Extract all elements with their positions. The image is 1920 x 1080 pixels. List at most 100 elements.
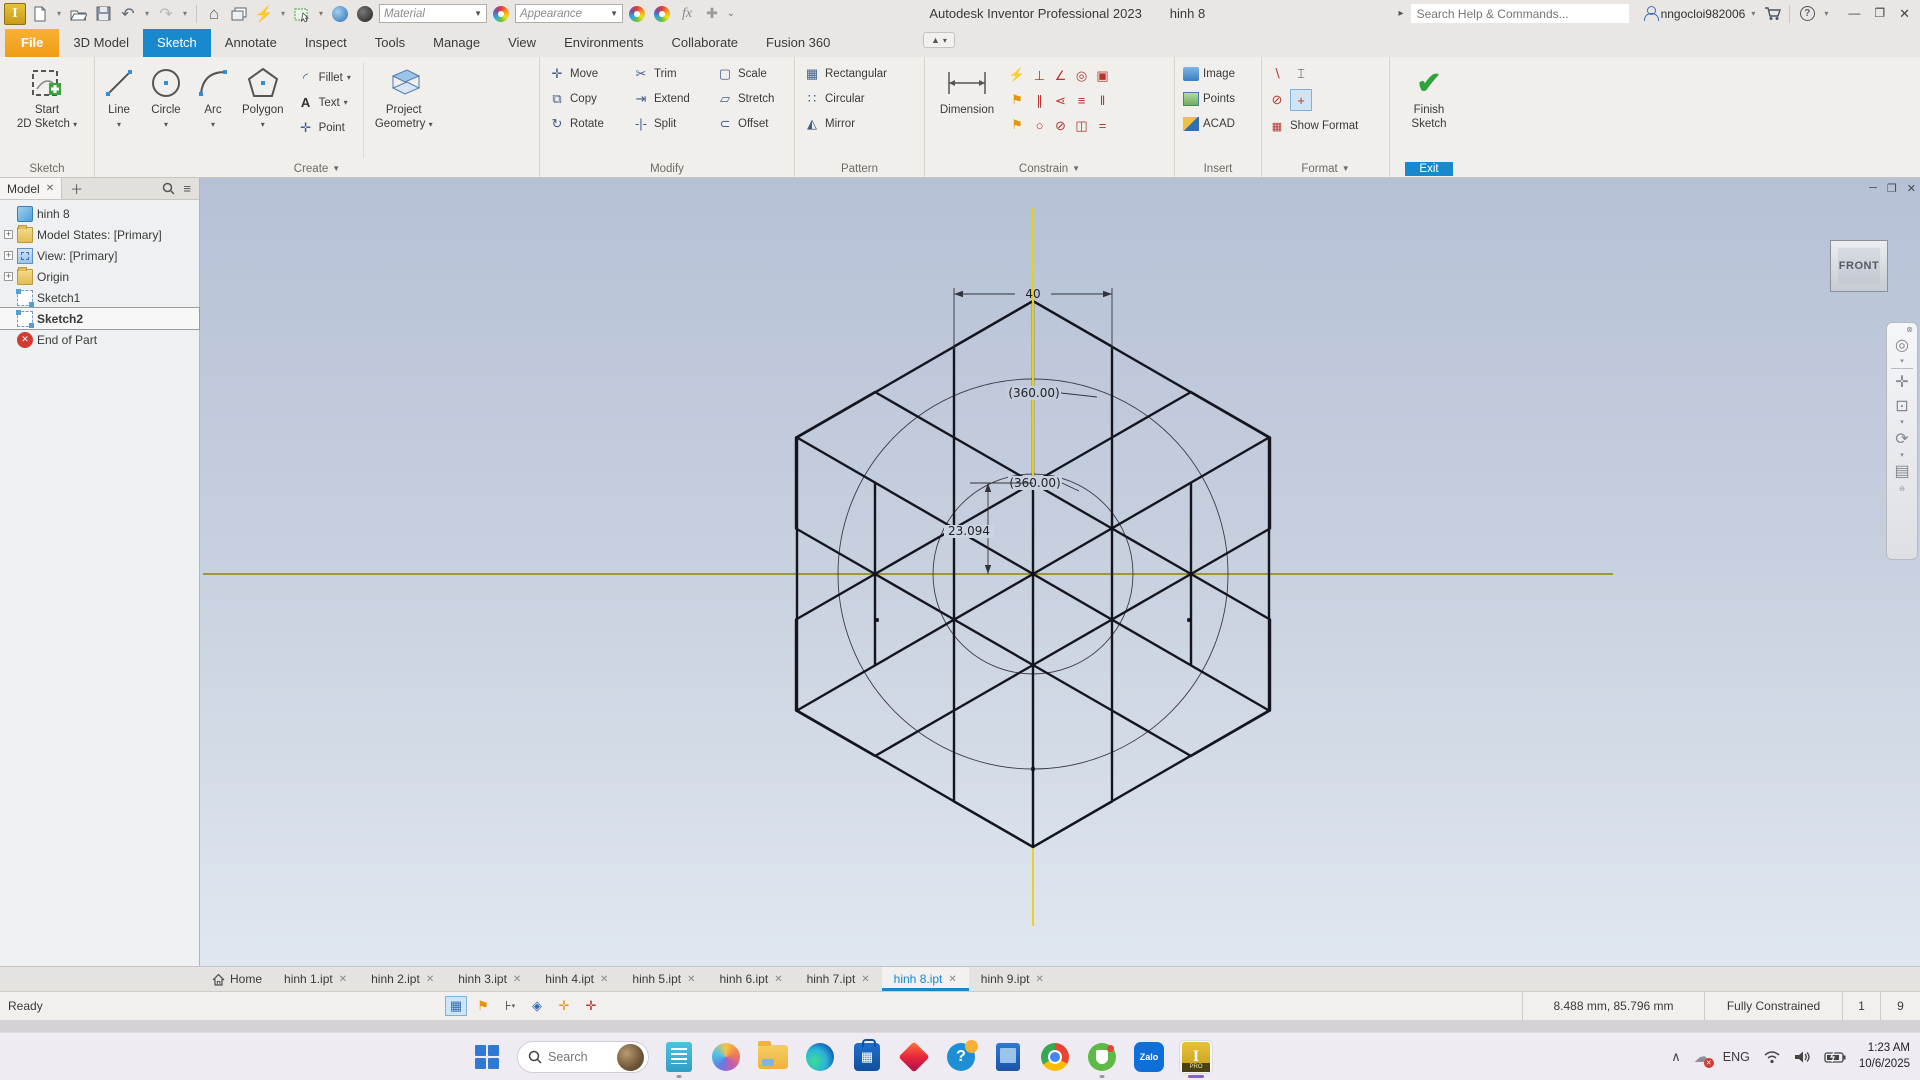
pan-icon[interactable]: ✛ [1895,371,1908,395]
ribbon-tab[interactable]: View [494,29,550,57]
browser-tree-item[interactable]: + Sketch2 [0,307,200,330]
browser-tree-item[interactable]: + End of Part [0,329,199,350]
constraint-button[interactable]: ∠ [1050,63,1071,88]
help-dropdown[interactable]: ▾ [1821,9,1831,18]
close-icon[interactable]: ✕ [1035,974,1043,985]
sketch-geometry[interactable]: 40(360.00)(360.00)23.094 [200,178,1920,966]
return-icon[interactable] [228,3,250,25]
tray-chevron-icon[interactable]: ∧ [1671,1049,1681,1065]
sketch-plane-icon[interactable]: ◈ [526,996,548,1016]
taskbar-quick-assist-icon[interactable] [944,1040,978,1074]
sketch-canvas[interactable]: 40 (360.00) (360.00) 23.094 ─ ❐ ✕ FRONT ⊗ ◎… [200,178,1920,966]
document-tab[interactable]: hinh 8.ipt ✕ [881,967,969,991]
modify-tool-button[interactable]: ▱ Stretch [712,86,794,111]
construction-line-button[interactable]: ∖ [1266,63,1288,85]
save-icon[interactable] [92,3,114,25]
chevron-down-icon[interactable]: ▾ [1900,358,1904,366]
constraint-button[interactable]: ▣ [1092,63,1113,88]
constraint-button[interactable]: ◎ [1071,63,1092,88]
arc-button[interactable]: Arc ▾ [193,61,233,134]
update-dropdown[interactable]: ▾ [278,9,288,18]
help-search-input[interactable] [1410,6,1629,21]
modify-tool-button[interactable]: ⧉ Copy [544,86,626,111]
constraint-button[interactable]: ◫ [1071,113,1092,138]
document-tab[interactable]: hinh 4.ipt ✕ [533,967,620,991]
browser-tree-item[interactable]: + View: [Primary] [0,245,199,266]
close-icon[interactable]: ✕ [948,974,956,985]
centerpoint-button[interactable]: ⊘ [1266,89,1288,111]
browser-tree-item[interactable]: + Origin [0,266,199,287]
pattern-tool-button[interactable]: ◭ Mirror [799,111,891,136]
close-icon[interactable]: ✕ [426,974,434,985]
close-icon[interactable]: ✕ [687,974,695,985]
project-geometry-button[interactable]: Project Geometry ▾ [372,61,436,134]
add-browser-tab-button[interactable]: ＋ [62,179,91,198]
modify-tool-button[interactable]: ✂ Trim [628,61,710,86]
help-icon[interactable]: ? [1796,3,1818,25]
viewcube[interactable]: FRONT [1830,240,1888,292]
close-icon[interactable]: ✕ [600,974,608,985]
start-button[interactable] [470,1040,504,1074]
modify-tool-button[interactable]: -|- Split [628,111,710,136]
ribbon-tab[interactable]: Inspect [291,29,361,57]
taskbar-phone-link-icon[interactable] [991,1040,1025,1074]
close-icon[interactable]: ✕ [339,974,347,985]
collapse-icon[interactable]: ⊖ [1899,486,1905,494]
inventor-logo-icon[interactable]: I [4,2,26,25]
fillet-button[interactable]: ◜ Fillet ▾ [293,65,355,90]
language-indicator[interactable]: ENG [1723,1050,1750,1064]
point-button[interactable]: ✛ Point [293,115,355,140]
taskbar-coccoc-icon[interactable] [1085,1040,1119,1078]
redo-icon[interactable]: ↷ [155,3,177,25]
document-tab[interactable]: hinh 9.ipt ✕ [969,967,1056,991]
start-2d-sketch-button[interactable]: Start 2D Sketch ▾ [14,61,80,134]
close-icon[interactable]: ✕ [774,974,782,985]
panel-label-constrain[interactable]: Constrain ▼ [925,160,1174,177]
help-search-box[interactable] [1410,4,1629,23]
taskbar-search-input[interactable] [548,1050,611,1064]
close-icon[interactable]: ✕ [46,183,54,194]
parameters-fx-icon[interactable]: fx [676,3,698,25]
relax-mode-icon[interactable]: ✛ [580,996,602,1016]
text-button[interactable]: A Text ▾ [293,90,355,115]
taskbar-edge-icon[interactable] [803,1040,837,1074]
ribbon-tab[interactable]: 3D Model [59,29,143,57]
doc-close-button[interactable]: ✕ [1907,182,1916,195]
ribbon-tab[interactable]: File [5,29,60,57]
material-icon[interactable] [329,3,351,25]
show-format-button[interactable]: Show Format [1290,120,1358,132]
undo-dropdown[interactable]: ▾ [142,9,152,18]
close-icon[interactable]: ✕ [513,974,521,985]
panel-label-format[interactable]: Format ▼ [1262,160,1389,177]
document-tab[interactable]: hinh 3.ipt ✕ [446,967,533,991]
polygon-button[interactable]: Polygon ▾ [239,61,287,134]
restore-button[interactable]: ❐ [1874,6,1885,22]
taskbar-notepad-icon[interactable] [662,1040,696,1078]
ribbon-collapse-control[interactable]: ▲ ▾ [923,32,955,48]
qat-overflow-dropdown[interactable]: ⌄ [726,8,736,19]
constraint-special-button[interactable]: ⚑ [1007,88,1027,112]
insert-tool-button[interactable]: ACAD [1179,111,1239,136]
close-icon[interactable]: ✕ [861,974,869,985]
doc-restore-button[interactable]: ❐ [1887,182,1897,195]
constraint-button[interactable]: ⊥ [1029,63,1050,88]
pattern-tool-button[interactable]: ∷ Circular [799,86,891,111]
taskbar-store-icon[interactable] [850,1039,884,1074]
taskbar-copilot-icon[interactable] [709,1040,743,1074]
constraint-button[interactable]: ○ [1029,113,1050,138]
new-file-icon[interactable] [29,3,51,25]
taskbar-search[interactable] [517,1041,649,1073]
modify-tool-button[interactable]: ↻ Rotate [544,111,626,136]
ribbon-tab[interactable]: Tools [361,29,419,57]
appearance-combo[interactable]: Appearance ▼ [515,4,623,23]
search-highlight-image[interactable] [617,1043,644,1071]
ribbon-tab[interactable]: Annotate [211,29,291,57]
material-combo[interactable]: Material ▼ [379,4,487,23]
dimension-button[interactable]: Dimension [929,61,1005,119]
document-tab[interactable]: hinh 7.ipt ✕ [795,967,882,991]
document-tab[interactable]: hinh 2.ipt ✕ [359,967,446,991]
volume-icon[interactable] [1794,1050,1811,1064]
update-icon[interactable]: ⚡ [253,3,275,25]
ribbon-tab[interactable]: Environments [550,29,657,57]
constraint-button[interactable]: ⊘ [1050,113,1071,138]
